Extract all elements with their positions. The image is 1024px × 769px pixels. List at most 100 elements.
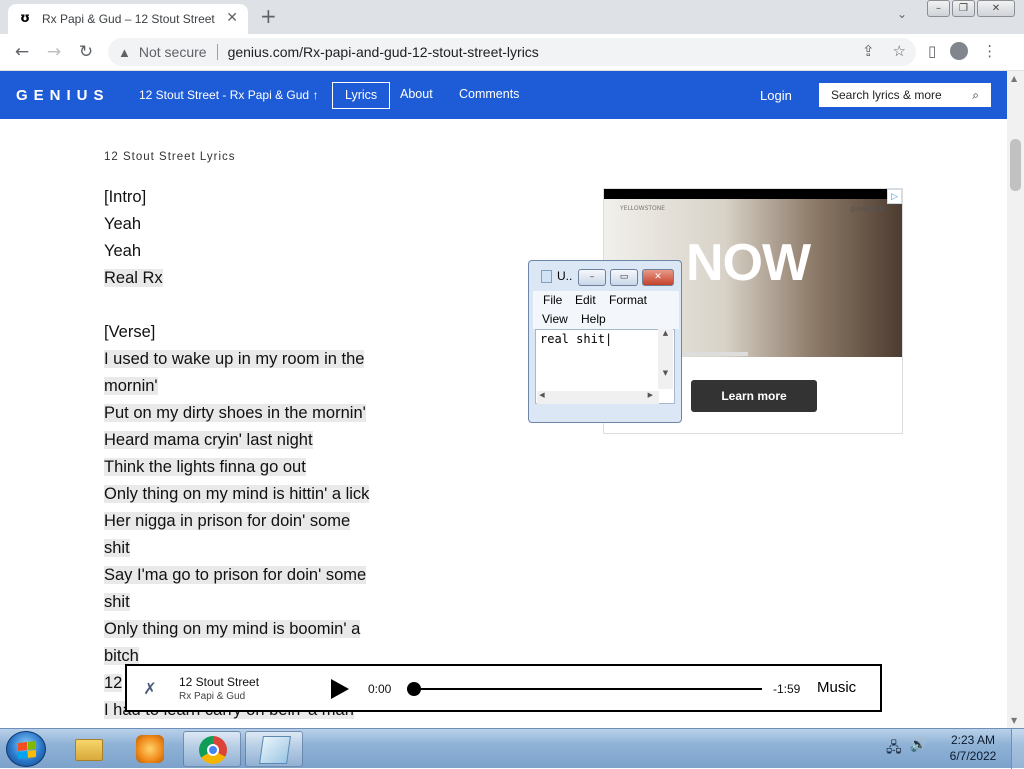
taskbar-notepad[interactable] — [245, 731, 303, 767]
restore-icon[interactable]: ❐ — [952, 0, 975, 17]
lyric-line[interactable]: Think the lights finna go out — [104, 454, 404, 481]
menu-help[interactable]: Help — [581, 312, 606, 326]
lyric-line: Yeah — [104, 211, 404, 238]
reload-icon[interactable]: ↻ — [76, 42, 96, 62]
window-close-icon[interactable]: ✕ — [977, 0, 1015, 17]
notepad-horizontal-scrollbar[interactable]: ◀ ▶ — [537, 391, 659, 404]
notepad-vertical-scrollbar[interactable]: ▲ ▼ — [658, 329, 673, 389]
apple-music-text: Music — [817, 679, 857, 696]
lyric-line[interactable]: Put on my dirty shoes in the mornin' — [104, 400, 404, 427]
lyric-line[interactable]: Only thing on my mind is hittin' a lick — [104, 481, 404, 508]
lyric-text: Yeah — [104, 215, 142, 233]
ad-show-label: YELLOWSTONE — [620, 205, 666, 212]
learn-more-button[interactable]: Learn more — [691, 380, 817, 412]
lyric-text: shit — [104, 593, 130, 611]
forward-arrow-icon[interactable]: → — [44, 42, 64, 62]
progress-track[interactable] — [412, 688, 762, 690]
lyric-text: shit — [104, 539, 130, 557]
omnibox-actions: ⇪ ☆ — [862, 42, 906, 60]
apple-music-logo[interactable]: Music — [817, 679, 856, 696]
music-player: ✗ 12 Stout Street Rx Papi & Gud 0:00 -1:… — [125, 664, 882, 712]
ad-top-band — [604, 189, 902, 199]
lyric-line[interactable]: I used to wake up in my room in the — [104, 346, 404, 373]
tab-search-chevron-icon[interactable]: ⌄ — [897, 7, 907, 21]
start-button[interactable] — [6, 731, 46, 767]
genius-logo[interactable]: GENIUS — [16, 87, 110, 104]
show-desktop-button[interactable] — [1011, 729, 1024, 769]
scroll-up-arrow-icon[interactable]: ▲ — [1011, 74, 1017, 83]
lyric-line: [Intro] — [104, 184, 404, 211]
notepad-window[interactable]: U.. – ▭ ✕ File Edit Format View Help rea… — [528, 260, 682, 423]
back-arrow-icon[interactable]: ← — [12, 42, 32, 62]
tab-lyrics[interactable]: Lyrics — [332, 82, 391, 109]
scroll-down-arrow-icon[interactable]: ▼ — [1011, 716, 1017, 725]
url-text[interactable]: genius.com/Rx-papi-and-gud-12-stout-stre… — [228, 44, 539, 60]
header-song-title-text: 12 Stout Street - Rx Papi & Gud — [139, 88, 310, 102]
lyric-line[interactable]: Only thing on my mind is boomin' a — [104, 616, 404, 643]
lyric-text: Only thing on my mind is hittin' a lick — [104, 485, 370, 503]
lyric-line[interactable]: Real Rx — [104, 265, 404, 292]
taskbar-clock[interactable]: 2:23 AM 6/7/2022 — [943, 732, 1003, 764]
lyric-text: Yeah — [104, 242, 142, 260]
tab-comments[interactable]: Comments — [447, 82, 531, 109]
taskbar-media-player[interactable] — [121, 731, 179, 767]
bookmark-star-icon[interactable]: ☆ — [893, 42, 906, 60]
genius-g-icon: ʊ — [19, 11, 31, 26]
notepad-minimize-icon[interactable]: – — [578, 269, 606, 286]
browser-tabstrip: ʊ Rx Papi & Gud – 12 Stout Street ✕ + ⌄ … — [0, 0, 1024, 34]
notepad-maximize-icon[interactable]: ▭ — [610, 269, 638, 286]
lyric-line[interactable]: Say I'ma go to prison for doin' some — [104, 562, 404, 589]
kebab-menu-icon[interactable]: ⋮ — [982, 42, 997, 60]
lyric-line[interactable]: mornin' — [104, 373, 404, 400]
player-artist: Rx Papi & Gud — [179, 691, 246, 702]
login-link[interactable]: Login — [760, 88, 792, 103]
lyric-line[interactable]: Her nigga in prison for doin' some — [104, 508, 404, 535]
taskbar-chrome[interactable] — [183, 731, 241, 767]
network-icon[interactable]: 🖧 — [886, 737, 902, 761]
play-icon[interactable] — [331, 679, 349, 699]
menu-file[interactable]: File — [543, 293, 562, 307]
tab-about[interactable]: About — [388, 82, 445, 109]
side-panel-icon[interactable]: ▯ — [928, 42, 936, 60]
progress-knob[interactable] — [407, 682, 421, 696]
current-time: 0:00 — [368, 682, 392, 696]
taskbar-explorer[interactable] — [60, 731, 118, 767]
notepad-close-icon[interactable]: ✕ — [642, 269, 674, 286]
lyric-line[interactable]: shit — [104, 535, 404, 562]
lyrics-heading: 12 Stout Street Lyrics — [104, 151, 236, 163]
browser-tab[interactable]: ʊ Rx Papi & Gud – 12 Stout Street ✕ — [8, 4, 248, 34]
page-scrollbar[interactable]: ▲ ▼ — [1007, 71, 1024, 728]
address-bar[interactable]: ▲ Not secure genius.com/Rx-papi-and-gud-… — [108, 38, 916, 66]
lyric-line: Yeah — [104, 238, 404, 265]
volume-icon[interactable]: 🔊 — [910, 737, 927, 761]
adchoices-icon[interactable]: ▷ — [887, 189, 902, 204]
scrollbar-thumb[interactable] — [1010, 139, 1021, 191]
window-controls: – ❐ ✕ — [927, 0, 1015, 17]
security-label[interactable]: Not secure — [139, 44, 207, 60]
browser-toolbar: ← → ↻ ▲ Not secure genius.com/Rx-papi-an… — [0, 34, 1024, 71]
tab-close-icon[interactable]: ✕ — [226, 10, 238, 26]
system-tray: 🖧 🔊 — [886, 737, 927, 761]
notepad-content: real shit — [540, 332, 606, 346]
new-tab-icon[interactable]: + — [260, 5, 277, 27]
lyric-line[interactable]: Heard mama cryin' last night — [104, 427, 404, 454]
header-song-title[interactable]: 12 Stout Street - Rx Papi & Gud ↑ — [139, 88, 318, 102]
lyric-text: bitch — [104, 647, 139, 665]
share-icon[interactable]: ⇪ — [862, 42, 875, 60]
lyric-text: Only thing on my mind is boomin' a — [104, 620, 361, 638]
omnibox-divider — [216, 44, 218, 60]
windows-explorer-icon — [75, 739, 103, 761]
remaining-time: -1:59 — [773, 682, 801, 696]
notepad-titlebar[interactable]: U.. – ▭ ✕ — [533, 267, 679, 287]
menu-view[interactable]: View — [542, 312, 568, 326]
lyric-line[interactable]: shit — [104, 589, 404, 616]
minimize-icon[interactable]: – — [927, 0, 950, 17]
warning-triangle-icon[interactable]: ▲ — [118, 45, 131, 60]
search-input[interactable]: Search lyrics & more ⌕ — [819, 83, 991, 107]
menu-format[interactable]: Format — [609, 293, 647, 307]
profile-avatar-icon[interactable] — [950, 42, 969, 60]
text-cursor: | — [605, 332, 613, 346]
lyric-line: [Verse] — [104, 319, 404, 346]
search-icon[interactable]: ⌕ — [972, 83, 979, 107]
menu-edit[interactable]: Edit — [575, 293, 596, 307]
